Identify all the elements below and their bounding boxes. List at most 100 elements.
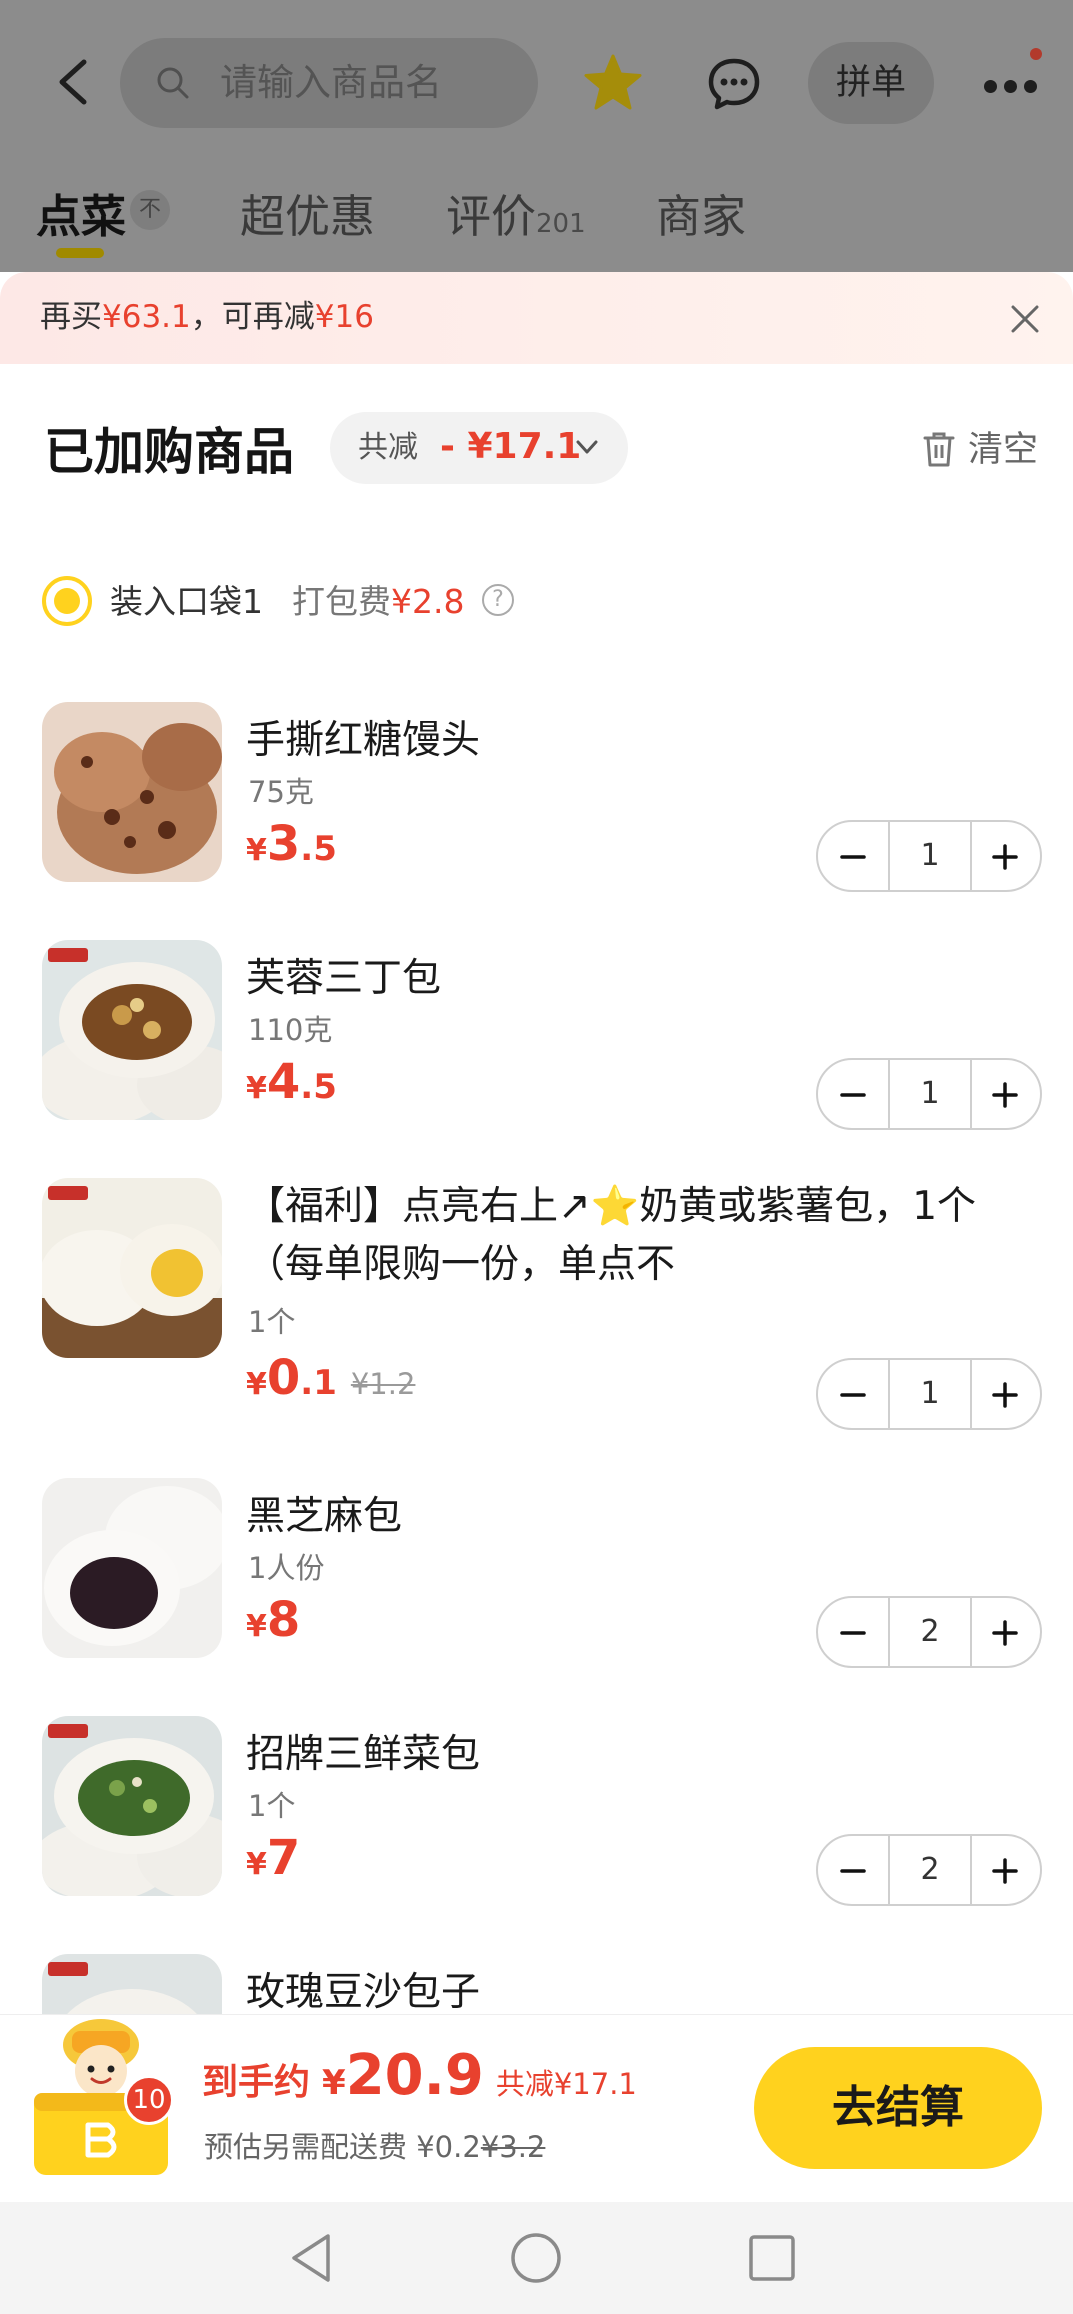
search-icon: [157, 67, 189, 99]
delivery-fee-value: ¥0.2: [416, 2130, 481, 2164]
group-order-button[interactable]: 拼单: [808, 42, 934, 124]
product-image-custard-bun[interactable]: [42, 1178, 222, 1358]
packing-fee-value: ¥2.8: [391, 582, 465, 621]
discount-summary-dropdown[interactable]: 共减 - ¥17.1: [330, 412, 628, 484]
cart-count-badge: 10: [124, 2075, 174, 2125]
plus-icon: [992, 1382, 1018, 1408]
search-placeholder: 请输入商品名: [220, 61, 442, 104]
help-icon[interactable]: ?: [482, 584, 514, 616]
price-integer: 3: [266, 816, 301, 872]
price-integer: 0: [266, 1350, 301, 1406]
quantity-value[interactable]: 1: [888, 822, 972, 890]
price-integer: 4: [266, 1054, 301, 1110]
price-currency: ¥: [246, 1367, 267, 1402]
checkout-button[interactable]: 去结算: [754, 2047, 1042, 2169]
quantity-value[interactable]: 2: [888, 1836, 972, 1904]
cart-sheet: 再买¥63.1，可再减¥16 已加购商品 共减 - ¥17.1 清空 装入口袋1…: [0, 272, 1073, 2017]
plus-icon: [992, 1082, 1018, 1108]
nav-recents-icon[interactable]: [744, 2230, 800, 2286]
price-currency: ¥: [246, 1071, 267, 1106]
item-spec: 75克: [248, 775, 314, 809]
quantity-stepper: 2: [816, 1834, 1042, 1906]
quantity-value[interactable]: 1: [888, 1060, 972, 1128]
close-icon[interactable]: [1010, 304, 1040, 334]
nav-back-icon[interactable]: [284, 2230, 340, 2286]
product-image-brown-sugar-bun[interactable]: [42, 702, 222, 882]
review-count: 201: [536, 209, 586, 239]
minus-icon: [840, 1869, 866, 1873]
saved-amount: 共减¥17.1: [495, 2067, 637, 2101]
favorite-star-icon[interactable]: [582, 52, 644, 114]
notification-dot: [1030, 48, 1042, 60]
price-currency: ¥: [246, 833, 267, 868]
quantity-stepper: 2: [816, 1596, 1042, 1668]
tab-deals[interactable]: 超优惠: [240, 180, 375, 245]
item-price: ¥0.1 ¥1.2: [246, 1348, 415, 1419]
search-bar[interactable]: 请输入商品名: [120, 38, 538, 128]
item-spec: 1个: [248, 1789, 296, 1823]
tab-merchant[interactable]: 商家: [656, 180, 746, 245]
promo-text: 再买¥63.1，可再减¥16: [40, 294, 374, 340]
more-options-icon[interactable]: [980, 58, 1040, 108]
minus-icon: [840, 1631, 866, 1635]
trash-icon: [923, 432, 955, 467]
increase-button[interactable]: [970, 1836, 1040, 1904]
quantity-stepper: 1: [816, 820, 1042, 892]
item-name: 玫瑰豆沙包子: [246, 1970, 481, 2015]
cart-title: 已加购商品: [44, 423, 294, 481]
tab-reviews[interactable]: 评价201: [446, 180, 586, 245]
decrease-button[interactable]: [818, 1060, 888, 1128]
increase-button[interactable]: [970, 1598, 1040, 1666]
promo-discount: ¥16: [314, 299, 374, 335]
bag-name: 装入口袋1: [110, 582, 263, 621]
plus-icon: [992, 1620, 1018, 1646]
promo-prefix: 再买: [40, 299, 102, 335]
quantity-value[interactable]: 1: [888, 1360, 972, 1428]
back-arrow-icon[interactable]: [52, 58, 92, 106]
decrease-button[interactable]: [818, 1360, 888, 1428]
increase-button[interactable]: [970, 822, 1040, 890]
item-price: ¥7: [246, 1828, 300, 1899]
promo-middle: ，可再减: [190, 299, 315, 335]
item-price: ¥8: [246, 1590, 300, 1661]
quantity-value[interactable]: 2: [888, 1598, 972, 1666]
minus-icon: [840, 1093, 866, 1097]
plus-icon: [992, 1858, 1018, 1884]
decrease-button[interactable]: [818, 822, 888, 890]
price-integer: 8: [266, 1592, 301, 1648]
item-name: 【福利】点亮右上↗⭐奶黄或紫薯包，1个（每单限购一份，单点不: [246, 1184, 977, 1287]
decrease-button[interactable]: [818, 1836, 888, 1904]
original-price: ¥1.2: [350, 1367, 416, 1401]
product-image-sesame-bun[interactable]: [42, 1478, 222, 1658]
decrease-button[interactable]: [818, 1598, 888, 1666]
promo-amount: ¥63.1: [102, 299, 191, 335]
item-name: 黑芝麻包: [246, 1494, 403, 1539]
packing-fee: 打包费¥2.8: [292, 578, 464, 626]
discount-value: - ¥17.1: [440, 426, 582, 467]
bag-select-radio[interactable]: [42, 576, 92, 626]
estimate-value: 20.9: [345, 2043, 484, 2108]
item-name: 手撕红糖馒头: [246, 718, 481, 763]
product-image-sanding-bun[interactable]: [42, 940, 222, 1120]
tab-reviews-label: 评价: [446, 190, 537, 243]
delivery-fee-original: ¥3.2: [480, 2130, 546, 2164]
discount-label: 共减: [358, 430, 418, 465]
product-image-rose-bun[interactable]: [42, 1954, 222, 2017]
quantity-stepper: 1: [816, 1058, 1042, 1130]
estimate-label: 到手约: [202, 2062, 311, 2103]
clear-label: 清空: [968, 430, 1039, 470]
active-tab-indicator: [56, 248, 104, 258]
chat-icon[interactable]: [706, 56, 762, 112]
clear-cart-button[interactable]: 清空: [922, 426, 1042, 474]
nav-home-icon[interactable]: [508, 2230, 564, 2286]
delivery-fee-label: 预估另需配送费: [204, 2130, 408, 2164]
tab-order-food[interactable]: 点菜: [36, 180, 126, 245]
plus-icon: [992, 844, 1018, 870]
item-spec: 110克: [248, 1013, 333, 1047]
increase-button[interactable]: [970, 1060, 1040, 1128]
estimated-price: 到手约 ¥20.9 共减¥17.1: [202, 2043, 637, 2108]
item-spec: 1人份: [248, 1551, 325, 1585]
increase-button[interactable]: [970, 1360, 1040, 1428]
promo-banner: 再买¥63.1，可再减¥16: [0, 272, 1073, 364]
product-image-veggie-bun[interactable]: [42, 1716, 222, 1896]
